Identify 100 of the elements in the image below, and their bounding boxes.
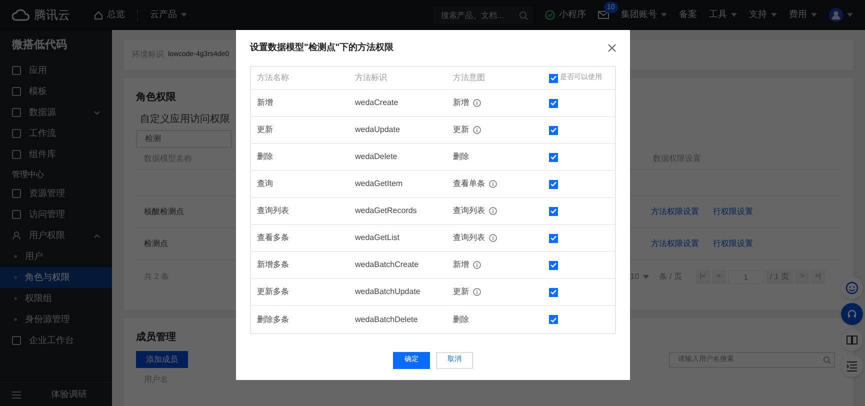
mail-icon: [598, 11, 609, 19]
checkbox[interactable]: [549, 74, 558, 82]
close-icon: [608, 44, 616, 52]
dialog-title: 设置数据模型"检测点"下的方法权限: [250, 41, 394, 54]
tab[interactable]: 自定义应用访问权限: [136, 108, 234, 130]
table-cell-text: 新增: [257, 97, 274, 109]
section-title: 成员管理: [136, 330, 176, 345]
column-header: 方法名称: [257, 72, 290, 84]
floating-button[interactable]: [841, 277, 863, 299]
table-cell-text: wedaDelete: [355, 151, 398, 163]
search-icon: [519, 10, 528, 20]
caret-icon: [643, 275, 650, 279]
checkbox[interactable]: [549, 234, 558, 242]
check-circle-icon: [545, 10, 555, 20]
checkbox[interactable]: [549, 98, 558, 108]
top-menu[interactable]: 备案: [679, 8, 697, 22]
table-cell-text: 查询列表: [257, 205, 290, 217]
table-cell-text: 检测点: [143, 238, 169, 250]
sidebar-item[interactable]: 资源管理: [0, 183, 112, 204]
table-link[interactable]: 行权限设置: [713, 206, 753, 218]
section-title: 角色权限: [136, 90, 176, 105]
menu-item-icon: [12, 66, 21, 75]
checkbox[interactable]: [549, 315, 558, 324]
add-member-button[interactable]: 添加成员: [136, 351, 188, 368]
table-cell: 新增: [453, 259, 469, 271]
checkbox[interactable]: [549, 126, 558, 134]
table-cell-text: wedaBatchDelete: [355, 314, 419, 326]
table-cell-text: 删除多条: [257, 314, 290, 326]
table-cell: 删除: [453, 151, 469, 163]
survey-link[interactable]: 体验调研: [51, 388, 87, 402]
table-link[interactable]: 行权限设置: [713, 238, 753, 250]
table-cell-text: wedaGetList: [355, 232, 400, 244]
table-cell-text: 新增多条: [257, 259, 290, 271]
table-cell-text: wedaUpdate: [355, 124, 401, 136]
sidebar-subitem[interactable]: 角色与权限: [0, 267, 112, 288]
sidebar-subitem[interactable]: 用户: [0, 246, 112, 267]
table-cell: 新增: [453, 97, 469, 109]
search-icon: [823, 356, 831, 364]
products-menu[interactable]: 云产品: [150, 8, 187, 22]
filter-tab[interactable]: 检测: [136, 130, 232, 148]
table-cell: 更新: [453, 286, 469, 298]
avatar-icon: [829, 8, 843, 22]
menu-item-icon: [12, 336, 21, 345]
table-cell-text: 更新: [257, 124, 274, 136]
table-link[interactable]: 方法权限设置: [651, 206, 699, 218]
sidebar-item[interactable]: 数据源: [0, 102, 112, 123]
top-menu[interactable]: 支持: [749, 8, 777, 22]
sidebar-item[interactable]: 模板: [0, 81, 112, 102]
table-cell: 查看单条: [453, 178, 485, 190]
close-button[interactable]: [608, 44, 616, 52]
checkbox[interactable]: [549, 206, 558, 216]
user-icon: [12, 231, 21, 240]
sidebar-item[interactable]: 应用: [0, 60, 112, 81]
sidebar-title: 微搭低代码: [10, 38, 68, 53]
smiley-icon: [845, 281, 859, 295]
column-header: 方法标识: [355, 72, 388, 84]
menu-item-icon: [12, 129, 21, 138]
floating-button[interactable]: [841, 355, 863, 377]
column-header: 方法意图: [453, 72, 486, 84]
sidebar-item[interactable]: 企业工作台: [0, 330, 112, 351]
checkbox[interactable]: [549, 260, 558, 270]
table-cell: 查询列表: [453, 205, 485, 217]
checkbox[interactable]: [549, 288, 558, 296]
sidebar-item[interactable]: 组件库: [0, 144, 112, 165]
sidebar-subitem[interactable]: 身份源管理: [0, 309, 112, 330]
top-menu[interactable]: 费用: [789, 8, 817, 22]
menu-item-icon: [12, 108, 21, 117]
table-cell-text: 更新多条: [257, 286, 290, 298]
table-cell-text: wedaGetItem: [355, 178, 404, 190]
section-heading: 管理中心: [11, 169, 45, 181]
book-icon: [845, 333, 859, 347]
table-link[interactable]: 方法权限设置: [651, 238, 699, 250]
home-icon: [94, 10, 103, 20]
sidebar-subitem[interactable]: 权限组: [0, 288, 112, 309]
table-cell-text: 核酸检测点: [143, 206, 185, 218]
home-link[interactable]: 总览: [94, 8, 125, 22]
checkbox[interactable]: [549, 180, 558, 188]
table-cell: 查询列表: [453, 232, 485, 244]
menu-item-icon: [12, 150, 21, 159]
sidebar-item[interactable]: 工作流: [0, 123, 112, 144]
floating-button[interactable]: [841, 303, 863, 325]
cloud-logo-icon: [12, 9, 30, 21]
top-menu[interactable]: 工具: [709, 8, 737, 22]
caret-icon: [847, 13, 853, 17]
menu-item-icon: [12, 189, 21, 198]
table-cell-text: wedaCreate: [355, 97, 400, 109]
brand-name: 腾讯云: [34, 7, 70, 24]
checkbox[interactable]: [549, 152, 558, 162]
menu-item-icon: [12, 210, 21, 219]
table-cell-text: wedaBatchCreate: [355, 259, 420, 271]
sidebar-item[interactable]: 用户权限: [0, 225, 112, 246]
table-cell-text: 查询: [257, 178, 274, 190]
menu-item-icon: [12, 87, 21, 96]
sidebar-item[interactable]: 访问管理: [0, 204, 112, 225]
table-cell: 删除: [453, 314, 469, 326]
top-menu[interactable]: 集团账号: [621, 8, 667, 22]
list-icon: [845, 359, 859, 373]
table-cell-text: 查看多条: [257, 232, 290, 244]
floating-button[interactable]: [841, 329, 863, 351]
mini-program-link[interactable]: 小程序: [545, 8, 586, 22]
